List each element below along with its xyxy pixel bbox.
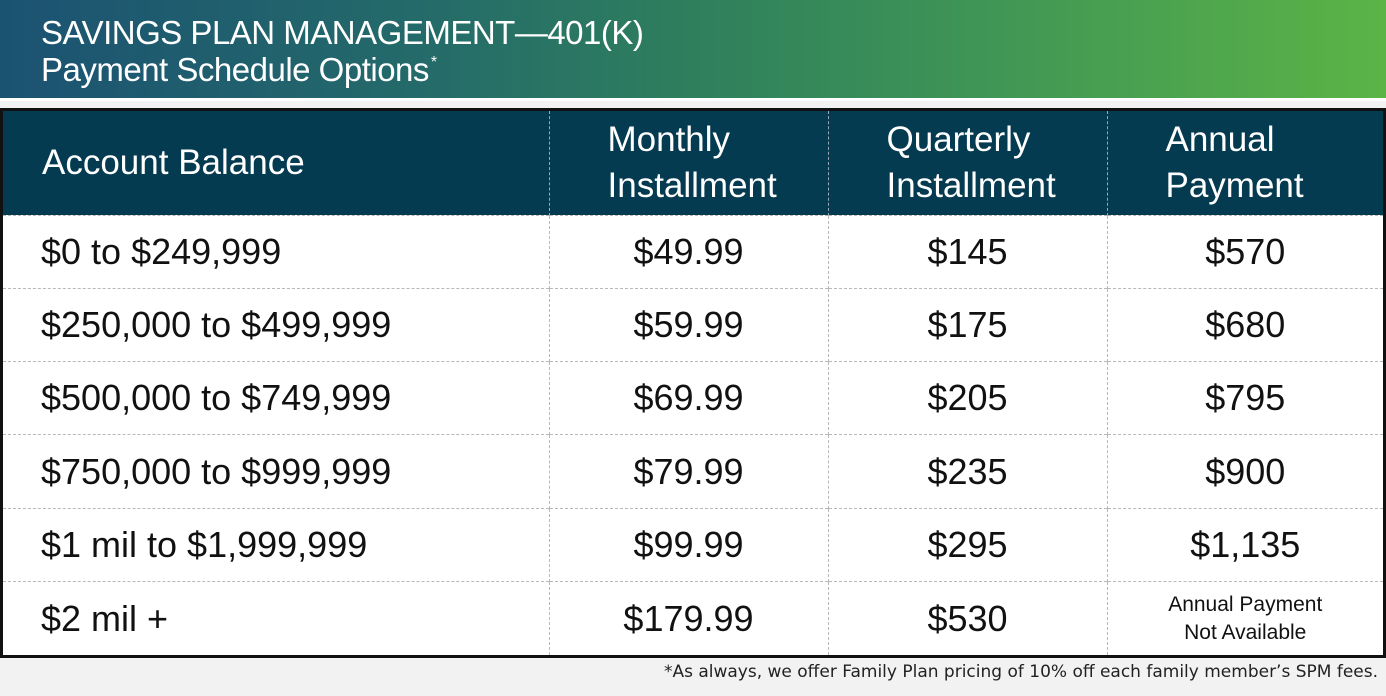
table-row: $250,000 to $499,999 $59.99 $175 $680	[3, 287, 1383, 362]
balance-cell: $2 mil +	[3, 581, 549, 655]
balance-cell: $500,000 to $749,999	[3, 361, 549, 435]
page-title: SAVINGS PLAN MANAGEMENT—401(K)	[41, 14, 644, 51]
monthly-cell: $49.99	[548, 214, 828, 289]
subtitle-text: Payment Schedule Options	[41, 51, 429, 88]
quarterly-cell: $205	[827, 361, 1107, 435]
column-header-monthly: Monthly Installment	[548, 111, 828, 215]
title-banner: SAVINGS PLAN MANAGEMENT—401(K) Payment S…	[0, 0, 1386, 101]
annual-not-available-cell: Annual Payment Not Available	[1106, 581, 1383, 655]
balance-cell: $0 to $249,999	[3, 214, 549, 289]
monthly-cell: $179.99	[548, 581, 828, 655]
annual-cell: $570	[1106, 214, 1383, 289]
balance-cell: $750,000 to $999,999	[3, 434, 549, 509]
quarterly-cell: $530	[827, 581, 1107, 655]
annual-cell: $680	[1106, 287, 1383, 362]
table-row: $0 to $249,999 $49.99 $145 $570	[3, 214, 1383, 289]
monthly-cell: $59.99	[548, 287, 828, 362]
quarterly-cell: $175	[827, 287, 1107, 362]
table-header-row: Account Balance Monthly Installment Quart…	[3, 111, 1383, 215]
quarterly-cell: $145	[827, 214, 1107, 289]
table-row: $2 mil + $179.99 $530 Annual Payment Not …	[3, 581, 1383, 655]
page-subtitle: Payment Schedule Options *	[41, 53, 437, 86]
column-header-annual: Annual Payment	[1106, 111, 1383, 215]
table-row: $500,000 to $749,999 $69.99 $205 $795	[3, 361, 1383, 435]
payment-schedule-table: Account Balance Monthly Installment Quart…	[0, 108, 1386, 658]
balance-cell: $1 mil to $1,999,999	[3, 507, 549, 582]
annual-cell: $795	[1106, 361, 1383, 435]
table-row: $1 mil to $1,999,999 $99.99 $295 $1,135	[3, 507, 1383, 582]
footnote: *As always, we offer Family Plan pricing…	[663, 662, 1378, 682]
monthly-cell: $99.99	[548, 507, 828, 582]
table-row: $750,000 to $999,999 $79.99 $235 $900	[3, 434, 1383, 509]
balance-cell: $250,000 to $499,999	[3, 287, 549, 362]
quarterly-cell: $295	[827, 507, 1107, 582]
column-header-account-balance: Account Balance	[42, 142, 305, 182]
monthly-cell: $69.99	[548, 361, 828, 435]
annual-cell: $900	[1106, 434, 1383, 509]
column-header-quarterly: Quarterly Installment	[827, 111, 1107, 215]
monthly-cell: $79.99	[548, 434, 828, 509]
quarterly-cell: $235	[827, 434, 1107, 509]
footnote-marker: *	[430, 54, 437, 71]
annual-cell: $1,135	[1106, 507, 1383, 582]
